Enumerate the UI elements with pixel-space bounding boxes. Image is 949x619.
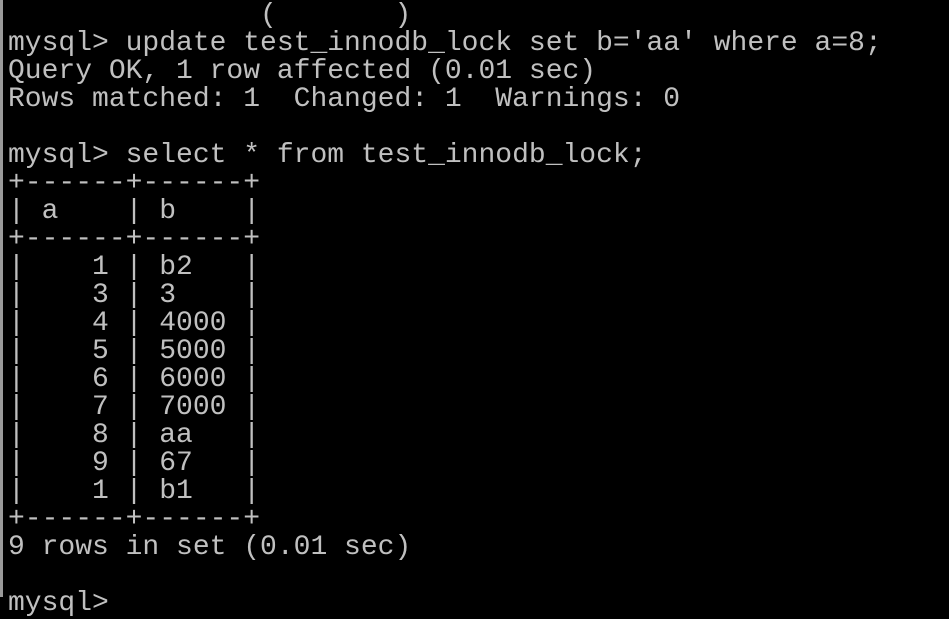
terminal-output[interactable]: ( ) mysql> update test_innodb_lock set b=…	[8, 2, 882, 618]
terminal-line: mysql> update test_innodb_lock set b='aa…	[8, 28, 882, 59]
terminal-line: | 1 | b2 |	[8, 252, 261, 283]
terminal-line: | 9 | 67 |	[8, 448, 261, 479]
terminal-line: | 3 | 3 |	[8, 280, 261, 311]
terminal-line: +------+------+	[8, 224, 261, 255]
terminal-line: mysql> select * from test_innodb_lock;	[8, 140, 647, 171]
terminal-line: +------+------+	[8, 168, 261, 199]
terminal-line: | 1 | b1 |	[8, 476, 261, 507]
terminal-line: 9 rows in set (0.01 sec)	[8, 532, 412, 563]
terminal-line: | 6 | 6000 |	[8, 364, 261, 395]
terminal-line: | 5 | 5000 |	[8, 336, 261, 367]
terminal-line: Query OK, 1 row affected (0.01 sec)	[8, 56, 597, 87]
terminal-line: ( )	[8, 0, 412, 31]
window-border	[0, 0, 3, 597]
terminal-line: | a | b |	[8, 196, 261, 227]
terminal-line: +------+------+	[8, 504, 261, 535]
terminal-line: mysql>	[8, 588, 109, 619]
terminal-line: Rows matched: 1 Changed: 1 Warnings: 0	[8, 84, 681, 115]
terminal-line: | 7 | 7000 |	[8, 392, 261, 423]
terminal-line: | 4 | 4000 |	[8, 308, 261, 339]
terminal-line: | 8 | aa |	[8, 420, 261, 451]
